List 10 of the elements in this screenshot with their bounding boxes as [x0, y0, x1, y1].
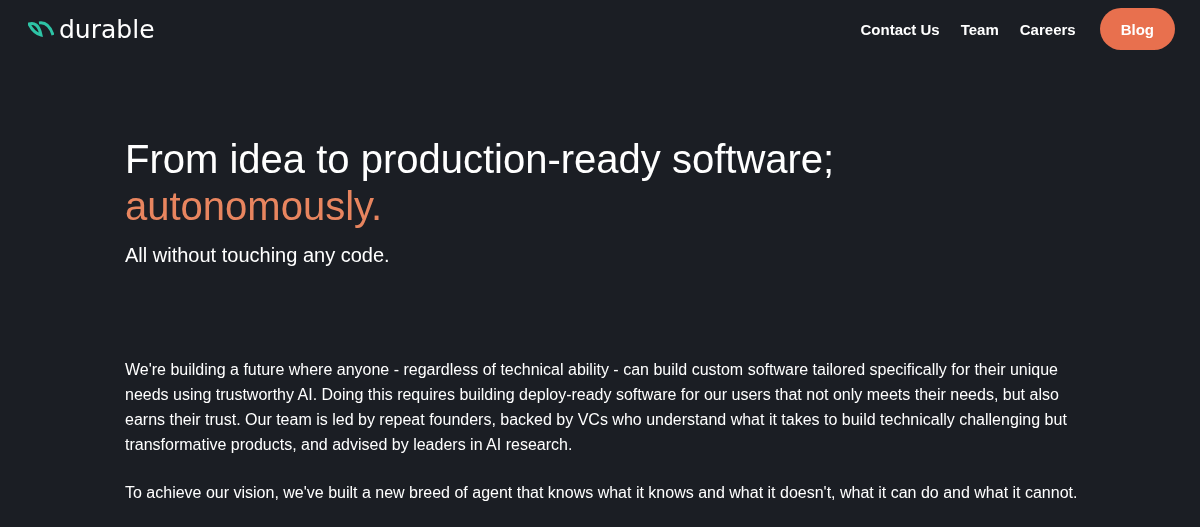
paragraph: To achieve our vision, we've built a new breed of agent that knows what it knows and what it doesn't, what it can do and what it cannot. — [125, 483, 1079, 503]
headline-accent: autonomously. — [125, 183, 383, 230]
subtitle: All without touching any code. — [125, 244, 391, 267]
logo-text[interactable]: durable — [59, 14, 155, 44]
nav-link[interactable]: Team — [960, 20, 999, 38]
nav-link[interactable]: Contact Us — [860, 20, 940, 38]
headline: From idea to production-ready software; — [125, 136, 835, 183]
paragraph: We're building a future where anyone - regardless of technical ability - can build custom software tailored specifically for their unique needs using trustworthy AI. Doing this requires building deploy-ready software for our users that not only meets their needs, but also earns their trust. Our team is led by repeat founders, backed by VCs who understand what it takes to build technically challenging but transformative products, and advised by leaders in AI research. — [125, 360, 1068, 455]
nav-link[interactable]: Careers — [1019, 20, 1076, 38]
logo-icon — [28, 21, 54, 37]
